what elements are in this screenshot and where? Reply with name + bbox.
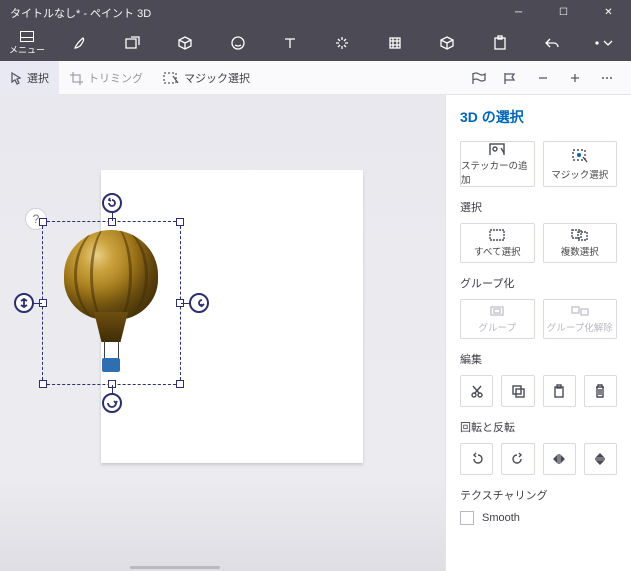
smooth-label: Smooth: [482, 512, 520, 524]
select-all-button[interactable]: すべて選択: [460, 223, 535, 263]
app-window: タイトルなし* - ペイント 3D ─ ☐ ✕ メニュー 選択: [0, 0, 631, 571]
copy-button[interactable]: [501, 375, 534, 407]
scissors-icon: [470, 384, 484, 398]
make-sticker-button[interactable]: ステッカーの追加: [460, 141, 535, 187]
paste-icon: [553, 384, 565, 398]
magic-select-icon: [163, 71, 179, 85]
magic-select-icon: [571, 148, 589, 164]
rotflip-section-heading: 回転と反転: [460, 419, 617, 435]
flip-horizontal-button[interactable]: [543, 443, 576, 475]
selection-bounds[interactable]: [42, 221, 181, 385]
window-chrome: タイトルなし* - ペイント 3D ─ ☐ ✕ メニュー: [0, 0, 631, 61]
crop-label: トリミング: [88, 70, 143, 86]
rotate-x-handle[interactable]: [189, 293, 209, 313]
3d-shapes-tool[interactable]: [159, 25, 211, 61]
rotate-z-handle[interactable]: [102, 193, 122, 213]
more-button[interactable]: [591, 71, 623, 85]
side-panel: 3D の選択 ステッカーの追加 マジック選択 選択 すべて選択: [445, 95, 631, 571]
copy-icon: [511, 384, 525, 398]
select-label: 選択: [27, 70, 49, 86]
workspace: ?: [0, 95, 631, 571]
text-tool[interactable]: [264, 25, 316, 61]
edit-section-heading: 編集: [460, 351, 617, 367]
window-title: タイトルなし* - ペイント 3D: [0, 5, 496, 21]
menu-button[interactable]: メニュー: [0, 31, 54, 56]
more-dropdown[interactable]: [579, 25, 631, 61]
resize-handle[interactable]: [39, 380, 47, 388]
selection-toolbar: 選択 トリミング マジック選択: [0, 61, 631, 95]
trash-icon: [594, 384, 606, 398]
cut-button[interactable]: [460, 375, 493, 407]
checkbox-icon: [460, 511, 474, 525]
brushes-tool[interactable]: [54, 25, 106, 61]
select-section-heading: 選択: [460, 199, 617, 215]
crop-icon: [69, 71, 83, 85]
flag-button[interactable]: [495, 71, 527, 85]
main-toolbar: メニュー: [0, 25, 631, 61]
resize-handle[interactable]: [176, 380, 184, 388]
rotate-ccw-button[interactable]: [460, 443, 493, 475]
menu-icon: [20, 31, 34, 42]
rotate-cw-button[interactable]: [501, 443, 534, 475]
rotate-y-handle[interactable]: [14, 293, 34, 313]
minimize-button[interactable]: ─: [496, 0, 541, 25]
title-bar: タイトルなし* - ペイント 3D ─ ☐ ✕: [0, 0, 631, 25]
texturing-section-heading: テクスチャリング: [460, 487, 617, 503]
paste-tool[interactable]: [474, 25, 526, 61]
group-button: グループ: [460, 299, 535, 339]
rotate-cw-icon: [511, 452, 525, 466]
panel-heading: 3D の選択: [460, 107, 617, 127]
rotate-ccw-icon: [470, 452, 484, 466]
multi-select-icon: [571, 229, 589, 241]
smooth-checkbox[interactable]: Smooth: [460, 511, 617, 525]
ungroup-button: グループ化解除: [543, 299, 618, 339]
ungroup-icon: [571, 305, 589, 317]
magic-select-button[interactable]: マジック選択: [543, 141, 618, 187]
magic-select-mode[interactable]: マジック選択: [153, 61, 260, 95]
magic-select-label: マジック選択: [184, 70, 250, 86]
zoom-out-button[interactable]: [527, 71, 559, 85]
flip-vertical-button[interactable]: [584, 443, 617, 475]
group-icon: [489, 305, 505, 317]
cursor-icon: [10, 71, 22, 85]
3d-library-tool[interactable]: [421, 25, 473, 61]
delete-button[interactable]: [584, 375, 617, 407]
group-section-heading: グループ化: [460, 275, 617, 291]
flip-h-icon: [552, 452, 566, 466]
resize-handle[interactable]: [176, 218, 184, 226]
paste-button[interactable]: [543, 375, 576, 407]
sticker-icon: [488, 142, 506, 155]
select-mode[interactable]: 選択: [0, 61, 59, 95]
canvas-area[interactable]: ?: [0, 95, 445, 571]
multi-select-button[interactable]: 複数選択: [543, 223, 618, 263]
flag-outline-button[interactable]: [463, 71, 495, 85]
zoom-in-button[interactable]: [559, 71, 591, 85]
crop-mode[interactable]: トリミング: [59, 61, 153, 95]
resize-handle[interactable]: [39, 218, 47, 226]
stickers-tool[interactable]: [211, 25, 263, 61]
select-all-icon: [489, 229, 505, 241]
horizontal-scrollbar[interactable]: [130, 566, 220, 569]
undo-tool[interactable]: [526, 25, 578, 61]
rotate-handle[interactable]: [102, 393, 122, 413]
flip-v-icon: [593, 452, 607, 466]
close-button[interactable]: ✕: [586, 0, 631, 25]
2d-shapes-tool[interactable]: [106, 25, 158, 61]
effects-tool[interactable]: [316, 25, 368, 61]
maximize-button[interactable]: ☐: [541, 0, 586, 25]
canvas-tool[interactable]: [369, 25, 421, 61]
menu-label: メニュー: [9, 43, 45, 56]
